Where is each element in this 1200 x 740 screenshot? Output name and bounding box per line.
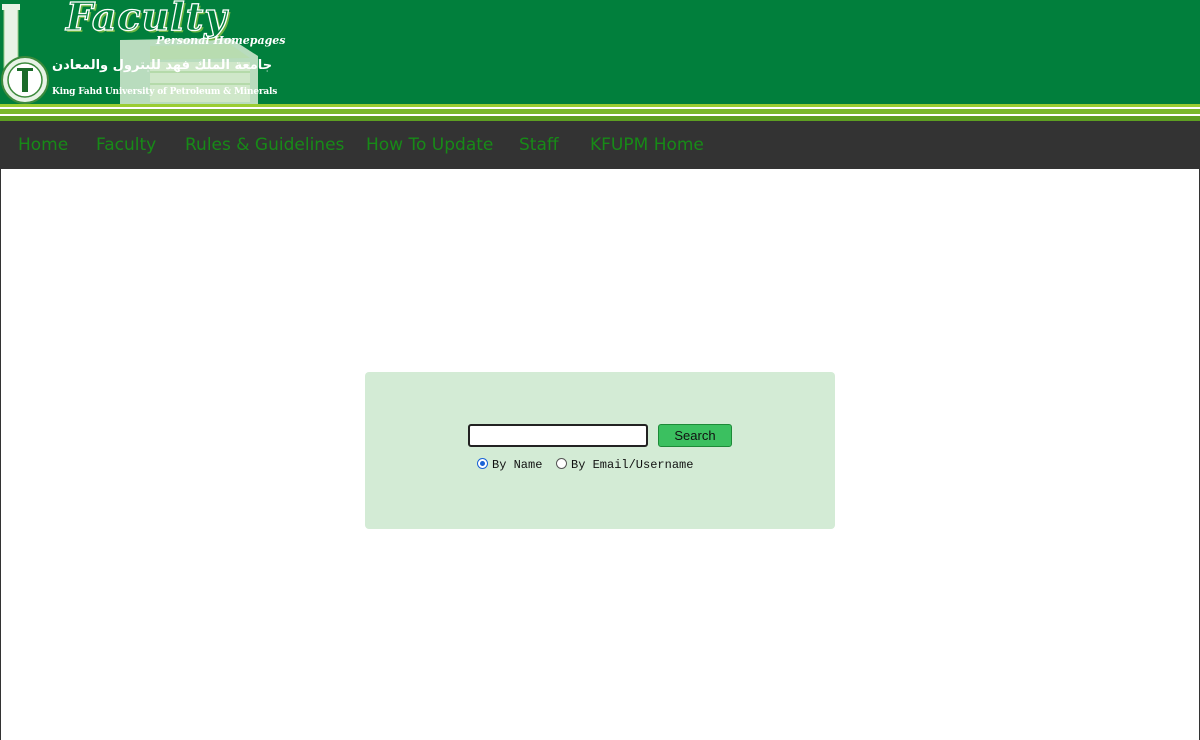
nav-staff[interactable]: Staff xyxy=(519,121,559,169)
main-nav: Home Faculty Rules & Guidelines How To U… xyxy=(1,121,1199,169)
nav-kfupm-home[interactable]: KFUPM Home xyxy=(590,121,704,169)
nav-faculty[interactable]: Faculty xyxy=(96,121,156,169)
logo-arabic-name: جامعة الملك فهد للبترول والمعادن xyxy=(52,58,273,73)
site-header: Faculty Personal Homepages جامعة الملك ف… xyxy=(0,0,1200,104)
radio-by-name[interactable] xyxy=(477,458,488,469)
nav-rules-guidelines[interactable]: Rules & Guidelines xyxy=(185,121,344,169)
radio-by-email[interactable] xyxy=(556,458,567,469)
radio-by-email-label[interactable]: By Email/Username xyxy=(571,458,693,472)
faculty-logo[interactable]: Faculty Personal Homepages جامعة الملك ف… xyxy=(0,0,290,106)
logo-subtitle: Personal Homepages xyxy=(156,34,286,47)
search-button[interactable]: Search xyxy=(658,424,732,447)
search-input[interactable] xyxy=(468,424,648,447)
header-divider-stripes xyxy=(0,104,1200,121)
search-panel: Search By Name By Email/Username xyxy=(365,372,835,529)
radio-by-name-label[interactable]: By Name xyxy=(492,458,542,472)
nav-home[interactable]: Home xyxy=(18,121,68,169)
logo-english-name: King Fahd University of Petroleum & Mine… xyxy=(52,87,278,97)
main-content: Home Faculty Rules & Guidelines How To U… xyxy=(0,121,1200,740)
nav-how-to-update[interactable]: How To Update xyxy=(366,121,493,169)
